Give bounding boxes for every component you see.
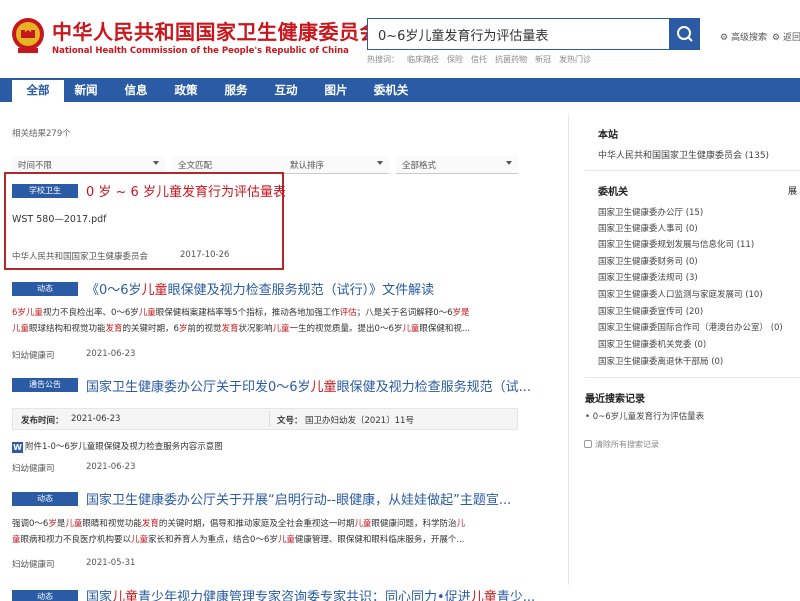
site-title-english: National Health Commission of the People… xyxy=(52,46,349,56)
tab-images[interactable]: 图片 xyxy=(316,78,356,102)
result-source: 妇幼健康司 xyxy=(12,351,55,361)
category-tag[interactable]: 动态 xyxy=(12,492,78,506)
agency-item[interactable]: 国家卫生健康委人口监测与家庭发展司 (10) xyxy=(598,288,763,300)
result-title[interactable]: 国家儿童青少年视力健康管理专家咨询委专家共识：同心同力•促进儿童青少... xyxy=(86,586,535,601)
column-divider xyxy=(568,115,569,585)
tab-news[interactable]: 新闻 xyxy=(66,78,106,102)
hot-label: 热搜词： xyxy=(367,55,399,64)
result-count: 相关结果279个 xyxy=(12,129,71,139)
category-tag[interactable]: 动态 xyxy=(12,590,78,601)
sort-filter[interactable]: 默认排序 xyxy=(284,156,389,174)
agency-item[interactable]: 国家卫生健康委财务司 (0) xyxy=(598,255,698,267)
hot-term[interactable]: 临床路径 xyxy=(407,55,439,64)
doc-number-label: 文号： xyxy=(277,416,303,426)
divider xyxy=(585,170,800,171)
result-file[interactable]: WST 580—2017.pdf xyxy=(12,212,106,227)
agency-item[interactable]: 国家卫生健康委办公厅 (15) xyxy=(598,206,703,218)
result-date: 2021-05-31 xyxy=(86,558,136,568)
pub-time-value: 2021-06-23 xyxy=(71,414,121,424)
trash-icon xyxy=(584,440,592,448)
site-header: 中华人民共和国国家卫生健康委员会 National Health Commiss… xyxy=(0,0,800,78)
result-snippet: 儿童眼球结构和视觉功能发育的关键时期，6岁前的视觉发育状况影响儿童一生的视觉质量… xyxy=(12,324,470,334)
result-source: 妇幼健康司 xyxy=(12,464,55,474)
chevron-down-icon xyxy=(506,161,512,165)
agency-item[interactable]: 国家卫生健康委规划发展与信息化司 (11) xyxy=(598,238,754,250)
hot-term[interactable]: 抗菌药物 xyxy=(495,55,527,64)
advanced-search-link[interactable]: ⚙ 高级搜索 xyxy=(720,30,767,43)
agency-item[interactable]: 国家卫生健康委宣传司 (20) xyxy=(598,305,703,317)
recent-heading: 最近搜索记录 xyxy=(585,394,645,405)
document-meta: 发布时间： 2021-06-23 文号： 国卫办妇幼发〔2021〕11号 xyxy=(12,408,518,430)
hot-term[interactable]: 发热门诊 xyxy=(559,55,591,64)
tab-service[interactable]: 服务 xyxy=(216,78,256,102)
category-tag[interactable]: 通告公告 xyxy=(12,378,78,392)
search-icon xyxy=(677,26,693,42)
chevron-down-icon xyxy=(377,161,383,165)
category-tag[interactable]: 学校卫生 xyxy=(12,184,78,198)
agency-item[interactable]: 国家卫生健康委法规司 (3) xyxy=(598,271,698,283)
search-input[interactable]: 0~6岁儿童发育行为评估量表 xyxy=(367,18,670,50)
result-date: 2021-06-23 xyxy=(86,349,136,359)
hot-term[interactable]: 保险 xyxy=(447,55,463,64)
pub-time-label: 发布时间： xyxy=(21,416,64,426)
result-title[interactable]: 国家卫生健康委办公厅关于印发0～6岁儿童眼保健及视力检查服务规范（试... xyxy=(86,376,531,395)
result-date: 2021-06-23 xyxy=(86,462,136,472)
search-button[interactable] xyxy=(670,18,700,50)
site-title[interactable]: 中华人民共和国国家卫生健康委员会 xyxy=(52,16,380,45)
tab-interact[interactable]: 互动 xyxy=(266,78,306,102)
result-snippet: 强调0～6岁是儿童眼睛和视觉功能发育的关键时期，倡导和推动家庭及全社会重视这一时… xyxy=(12,519,465,529)
site-heading: 本站 xyxy=(598,130,618,141)
back-link[interactable]: ⚙ 返回 xyxy=(772,30,800,43)
tab-info[interactable]: 信息 xyxy=(116,78,156,102)
tab-agency[interactable]: 委机关 xyxy=(366,78,416,102)
agency-item[interactable]: 国家卫生健康委国际合作司（港澳台办公室） (0) xyxy=(598,321,783,333)
result-title[interactable]: 0 岁 ~ 6 岁儿童发育行为评估量表 xyxy=(86,181,286,200)
expand-link[interactable]: 展 xyxy=(788,184,797,197)
agency-item[interactable]: 国家卫生健康委机关党委 (0) xyxy=(598,338,706,350)
category-tag[interactable]: 动态 xyxy=(12,282,78,296)
national-emblem-icon xyxy=(12,18,44,53)
agency-heading: 委机关 xyxy=(598,187,628,198)
main-nav: 全部 新闻 信息 政策 服务 互动 图片 委机关 xyxy=(0,78,800,102)
clear-history-link[interactable]: 清除所有搜索记录 xyxy=(595,439,659,450)
hot-search-terms: 热搜词： 临床路径 保险 信托 抗菌药物 新冠 发热门诊 xyxy=(367,54,599,65)
tab-policy[interactable]: 政策 xyxy=(166,78,206,102)
doc-number-value: 国卫办妇幼发〔2021〕11号 xyxy=(305,416,414,426)
hot-term[interactable]: 新冠 xyxy=(535,55,551,64)
site-filter-item[interactable]: 中华人民共和国国家卫生健康委员会 (135) xyxy=(598,148,769,161)
divider xyxy=(269,411,270,427)
divider xyxy=(585,377,800,378)
agency-item[interactable]: 国家卫生健康委离退休干部局 (0) xyxy=(598,355,723,367)
result-source: 妇幼健康司 xyxy=(12,560,55,570)
agency-item[interactable]: 国家卫生健康委人事司 (0) xyxy=(598,222,698,234)
word-file-icon: W xyxy=(12,442,23,453)
result-title[interactable]: 《0～6岁儿童眼保健及视力检查服务规范（试行）》文件解读 xyxy=(86,279,434,298)
tab-all[interactable]: 全部 xyxy=(12,78,64,102)
result-source: 中华人民共和国国家卫生健康委员会 xyxy=(12,252,149,262)
hot-term[interactable]: 信托 xyxy=(471,55,487,64)
recent-search-item[interactable]: • 0~6岁儿童发育行为评估量表 xyxy=(585,410,704,422)
result-date: 2017-10-26 xyxy=(180,250,230,260)
result-snippet: 童眼病和视力不良医疗机构要以儿童家长和养育人为重点，结合0～6岁儿童健康管理、眼… xyxy=(12,535,465,545)
chevron-down-icon xyxy=(153,161,159,165)
attachment-link[interactable]: 附件1-0～6岁儿童眼保健及视力检查服务内容示意图 xyxy=(25,440,223,455)
result-snippet: 6岁儿童视力不良检出率、0～6岁儿童眼保健档案建档率等5个指标，推动各地加强工作… xyxy=(12,308,470,318)
format-filter[interactable]: 全部格式 xyxy=(396,156,518,174)
result-title[interactable]: 国家卫生健康委办公厅关于开展“启明行动--眼健康，从娃娃做起”主题宣... xyxy=(86,489,511,508)
